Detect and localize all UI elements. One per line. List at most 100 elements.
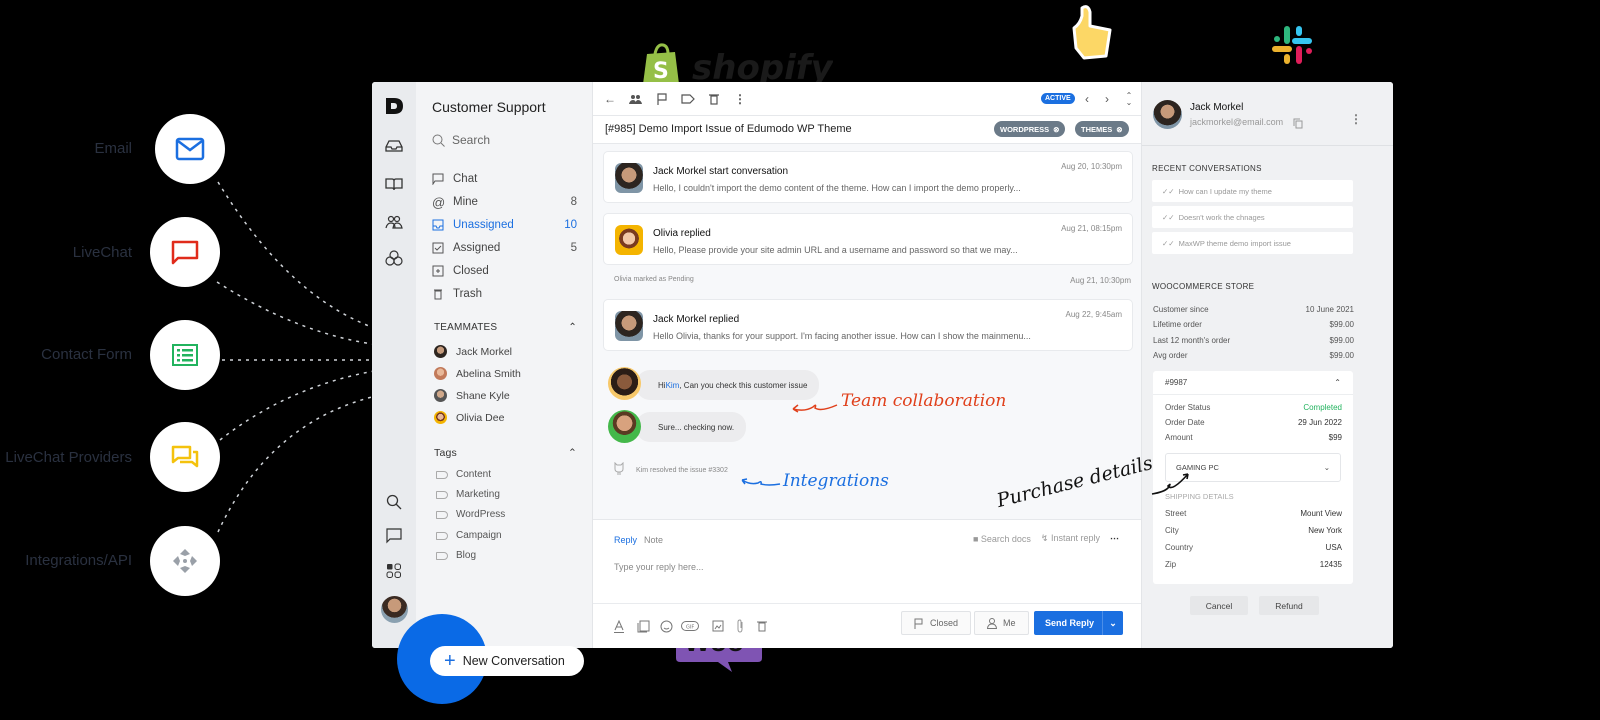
teammate-item[interactable]: Olivia Dee <box>434 411 504 424</box>
tag-chip-wordpress[interactable]: WORDPRESS ⊗ <box>994 121 1066 137</box>
tag-item[interactable]: Blog <box>436 550 476 561</box>
send-options-chevron-icon[interactable]: ⌄ <box>1102 611 1123 635</box>
integrations-rail-icon[interactable] <box>384 249 404 269</box>
recent-conversation-item[interactable]: ✓✓ How can I update my theme <box>1152 180 1353 202</box>
order-row: Amount $99 <box>1165 433 1342 442</box>
shopify-bag-icon: S <box>641 42 683 84</box>
channel-livechat-providers[interactable] <box>150 422 220 492</box>
more-vertical-icon[interactable]: ⋮ <box>1350 112 1362 126</box>
remove-chip-icon[interactable]: ⊗ <box>1116 125 1122 134</box>
tag-item[interactable]: WordPress <box>436 509 505 520</box>
text-format-icon[interactable] <box>612 619 626 633</box>
image-icon[interactable] <box>711 619 725 633</box>
tag-item[interactable]: Campaign <box>436 530 502 541</box>
channel-livechat[interactable] <box>150 217 220 287</box>
teammate-avatar <box>608 410 641 443</box>
nav-item-unassigned[interactable]: Unassigned 10 <box>432 216 577 234</box>
new-conversation-button[interactable]: + New Conversation <box>430 646 584 676</box>
recent-conversation-title: How can I update my theme <box>1178 186 1272 196</box>
message-card[interactable]: Jack Morkel start conversation Hello, I … <box>603 151 1133 203</box>
copy-icon[interactable] <box>1293 116 1303 134</box>
send-reply-button[interactable]: Send Reply ⌄ <box>1034 611 1123 635</box>
cancel-order-button[interactable]: Cancel <box>1190 596 1248 615</box>
tag-chip-themes[interactable]: THEMES ⊗ <box>1075 121 1129 137</box>
teammate-item[interactable]: Shane Kyle <box>434 389 510 402</box>
tags-section-header[interactable]: Tags ⌃ <box>434 447 577 459</box>
back-arrow-icon[interactable]: ← <box>602 91 618 107</box>
canned-response-icon[interactable] <box>636 619 650 633</box>
inbox-rail-icon[interactable] <box>384 136 404 156</box>
gif-icon[interactable]: GIF <box>680 619 700 633</box>
knowledge-base-icon[interactable] <box>384 174 404 194</box>
tag-item[interactable]: Marketing <box>436 489 500 500</box>
teammates-section-header[interactable]: TEAMMATES ⌃ <box>434 322 577 333</box>
tag-icon <box>436 551 448 560</box>
order-key: Order Date <box>1165 418 1205 427</box>
apps-grid-icon[interactable] <box>384 561 404 581</box>
more-horizontal-icon[interactable]: ⋯ <box>1110 533 1119 544</box>
more-vertical-icon[interactable]: ⋮ <box>732 91 748 107</box>
note-tab[interactable]: Note <box>644 535 663 545</box>
customer-name: Jack Morkel <box>1190 102 1244 113</box>
customers-icon[interactable] <box>384 212 404 232</box>
nav-item-closed[interactable]: Closed <box>432 262 577 280</box>
workspace-title: Customer Support <box>432 99 546 115</box>
search-rail-icon[interactable] <box>384 492 404 512</box>
next-conversation-icon[interactable]: › <box>1099 91 1115 107</box>
double-check-icon: ✓✓ <box>1162 186 1175 196</box>
teammate-item[interactable]: Jack Morkel <box>434 345 512 358</box>
mention-link[interactable]: Kim <box>666 381 680 390</box>
store-value: $99.00 <box>1329 351 1354 360</box>
tag-icon[interactable] <box>680 91 696 107</box>
new-conversation-label: New Conversation <box>462 654 565 668</box>
channel-email[interactable] <box>155 114 225 184</box>
channel-contact-form[interactable] <box>150 320 220 390</box>
nav-item-trash[interactable]: Trash <box>432 285 577 303</box>
emoji-icon[interactable] <box>659 619 673 633</box>
search-docs-button[interactable]: ■ Search docs <box>973 534 1031 544</box>
refund-order-button[interactable]: Refund <box>1259 596 1319 615</box>
brand-logo-icon[interactable] <box>384 96 404 116</box>
discard-draft-icon[interactable] <box>755 619 769 633</box>
note-text: Sure... checking now. <box>658 422 735 432</box>
current-user-avatar[interactable] <box>381 596 408 623</box>
expand-toggle-icon[interactable]: ⌃ ⌄ <box>1121 91 1137 107</box>
attachment-icon[interactable] <box>733 619 747 633</box>
message-card[interactable]: Jack Morkel replied Hello Olivia, thanks… <box>603 299 1133 351</box>
store-key: Customer since <box>1153 305 1209 314</box>
teammate-name: Shane Kyle <box>456 389 510 402</box>
recent-conversation-item[interactable]: ✓✓ Doesn't work the chnages <box>1152 206 1353 228</box>
prev-conversation-icon[interactable]: ‹ <box>1079 91 1095 107</box>
shipping-value: 12435 <box>1319 560 1342 569</box>
assignee-me-button[interactable]: Me <box>974 611 1029 635</box>
nav-item-chat[interactable]: Chat <box>432 170 577 188</box>
message-card[interactable]: Olivia replied Hello, Please provide you… <box>603 213 1133 265</box>
order-header[interactable]: #9987 ⌃ <box>1153 371 1353 395</box>
woocommerce-store-title: WOOCOMMERCE STORE <box>1152 282 1255 291</box>
reply-input[interactable]: Type your reply here... <box>614 562 704 572</box>
teammate-name: Olivia Dee <box>456 411 505 424</box>
chat-rail-icon[interactable] <box>384 526 404 546</box>
instant-reply-button[interactable]: ↯ Instant reply <box>1041 533 1100 544</box>
status-closed-button[interactable]: Closed <box>901 611 972 635</box>
trash-icon[interactable] <box>706 91 722 107</box>
slack-logo-icon <box>1272 24 1314 71</box>
nav-item-assigned[interactable]: Assigned 5 <box>432 239 577 257</box>
user-icon <box>987 617 997 629</box>
channel-integrations[interactable] <box>150 526 220 596</box>
checkbox-icon <box>432 242 446 254</box>
remove-chip-icon[interactable]: ⊗ <box>1053 125 1059 134</box>
helpdesk-app-window: Customer Support Search Chat @ Mine 8 Unas… <box>372 82 1393 648</box>
nav-search-input[interactable]: Search <box>432 133 490 147</box>
teammate-item[interactable]: Abelina Smith <box>434 367 521 380</box>
tag-item[interactable]: Content <box>436 469 491 480</box>
sender-avatar <box>615 225 643 255</box>
assign-users-icon[interactable] <box>627 91 643 107</box>
flag-icon[interactable] <box>654 91 670 107</box>
recent-conversation-item[interactable]: ✓✓ MaxWP theme demo import issue <box>1152 232 1353 254</box>
conversation-subject-bar: [#985] Demo Import Issue of Edumodo WP T… <box>593 116 1141 144</box>
customer-email: jackmorkel@email.com <box>1190 117 1284 127</box>
reply-tab[interactable]: Reply <box>614 535 637 545</box>
nav-item-mine[interactable]: @ Mine 8 <box>432 193 577 211</box>
plus-icon: + <box>444 650 456 672</box>
